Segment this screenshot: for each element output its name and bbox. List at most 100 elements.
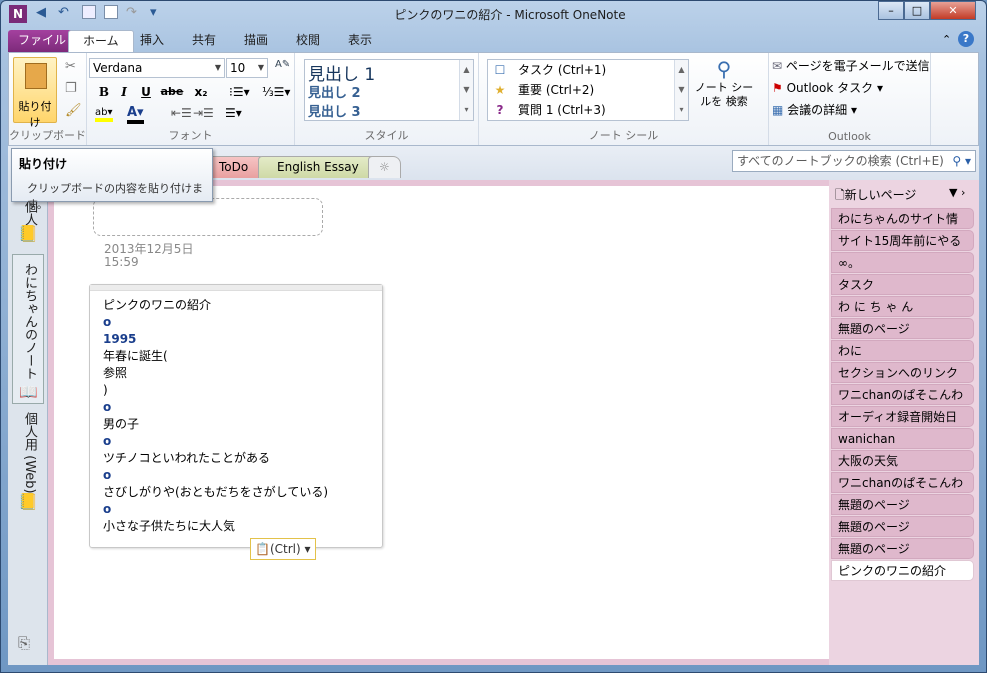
tags-scrollbar[interactable]: ▲ ▼ ▾ [674, 60, 688, 120]
minimize-button[interactable]: – [878, 1, 904, 20]
outline-line[interactable]: 小さな子供たちに大人気 [90, 518, 382, 535]
meeting-details-button[interactable]: ▦ 会議の詳細 ▾ [772, 101, 857, 119]
customize-qat-icon[interactable]: ▾ [150, 5, 157, 23]
outline-line[interactable]: o [90, 433, 382, 450]
italic-button[interactable]: I [115, 85, 133, 99]
minimize-ribbon-icon[interactable]: ⌃ [942, 33, 951, 46]
page-list-item[interactable]: セクションへのリンク [831, 362, 974, 383]
page-list-item[interactable]: 無題のページ [831, 318, 974, 339]
back-icon[interactable]: ◀ [36, 5, 46, 23]
tag-task[interactable]: ☐ タスク (Ctrl+1) [488, 60, 688, 80]
outline-line[interactable]: ) [90, 382, 382, 399]
format-painter-icon[interactable]: 🖌 [65, 103, 82, 118]
page-list-item[interactable]: サイト15周年前にやる [831, 230, 974, 251]
page-list-item[interactable]: wanichan [831, 428, 974, 449]
outline-line[interactable]: 年春に誕生( [90, 348, 382, 365]
page-list-item[interactable]: 無題のページ [831, 516, 974, 537]
font-name-combo[interactable]: Verdana ▼ [89, 58, 225, 78]
unfiled-notes-icon[interactable]: ⎘ [18, 634, 30, 652]
outline-line[interactable]: ピンクのワニの紹介 [90, 297, 382, 314]
styles-group: 見出し 1 見出し 2 見出し 3 ▲ ▼ ▾ スタイル [295, 53, 479, 145]
outline-line[interactable]: o [90, 399, 382, 416]
style-heading-2[interactable]: 見出し 2 [305, 82, 473, 101]
undo-icon[interactable]: ↶ [58, 5, 69, 23]
numbering-icon[interactable]: ⅓☰▾ [262, 85, 290, 99]
tab-view[interactable]: 表示 [334, 30, 386, 52]
tab-review[interactable]: 校閲 [282, 30, 334, 52]
search-input[interactable]: すべてのノートブックの検索 (Ctrl+E) ⚲ ▾ [732, 150, 976, 172]
tag-important[interactable]: ★ 重要 (Ctrl+2) [488, 80, 688, 100]
page-list-menu-icon[interactable]: ▼ › [949, 186, 965, 199]
paste-tooltip: 貼り付け クリップボードの内容を貼り付けます。 [11, 148, 213, 211]
highlight-icon[interactable]: ab▾ [95, 107, 113, 122]
page-list-item[interactable]: オーディオ録音開始日 [831, 406, 974, 427]
note-outline[interactable]: ピンクのワニの紹介 o 1995 年春に誕生(参照) o 男の子 o ツチノコといわれたことが… [89, 284, 383, 548]
strikethrough-button[interactable]: abe [159, 85, 185, 98]
search-icon[interactable]: ⚲ ▾ [952, 151, 971, 171]
outlook-tasks-button[interactable]: ⚑ Outlook タスク ▾ [772, 79, 883, 97]
bullets-icon[interactable]: ⁝☰▾ [229, 85, 250, 99]
page-list-item[interactable]: ワニchanのぱそこんわ [831, 472, 974, 493]
paste-button[interactable]: 貼り付け [13, 57, 57, 129]
styles-gallery[interactable]: 見出し 1 見出し 2 見出し 3 ▲ ▼ ▾ [304, 59, 474, 121]
style-heading-1[interactable]: 見出し 1 [305, 60, 473, 85]
email-page-button[interactable]: ✉ ページを電子メールで送信 [772, 57, 930, 75]
section-tab-english-essay[interactable]: English Essay [258, 156, 378, 178]
outline-line[interactable]: 1995 [90, 331, 382, 348]
outline-line[interactable]: ツチノコといわれたことがある [90, 450, 382, 467]
maximize-button[interactable]: □ [904, 1, 930, 20]
dock-icon[interactable] [82, 5, 96, 19]
page-list-item[interactable]: わにちゃんのサイト情 [831, 208, 974, 229]
outline-line[interactable]: さびしがりや(おともだちをさがしている) [90, 484, 382, 501]
subscript-button[interactable]: x₂ [189, 85, 213, 99]
page-list-item[interactable]: ピンクのワニの紹介 [831, 560, 974, 581]
notebook-wani[interactable]: わにちゃんのノート 📖 [12, 254, 44, 404]
style-heading-3[interactable]: 見出し 3 [305, 101, 473, 120]
tab-file[interactable]: ファイル [8, 30, 77, 52]
clear-formatting-icon[interactable]: A✎ [275, 59, 290, 70]
page-list-item[interactable]: わに [831, 340, 974, 361]
bold-button[interactable]: B [95, 85, 113, 99]
cut-icon[interactable]: ✂ [65, 59, 76, 74]
styles-scrollbar[interactable]: ▲ ▼ ▾ [459, 60, 473, 120]
outline-line[interactable]: 参照 [90, 365, 382, 382]
tab-insert[interactable]: 挿入 [126, 30, 178, 52]
tags-gallery[interactable]: ☐ タスク (Ctrl+1) ★ 重要 (Ctrl+2) ? 質問 1 (Ctrl+3… [487, 59, 689, 121]
align-icon[interactable]: ☰▾ [225, 106, 242, 120]
page-list-item[interactable]: タスク [831, 274, 974, 295]
outline-line[interactable]: 男の子 [90, 416, 382, 433]
page-list-item[interactable]: 大阪の天気 [831, 450, 974, 471]
page-list-item[interactable]: ワニchanのぱそこんわ [831, 384, 974, 405]
page-list-item[interactable]: 無題のページ [831, 538, 974, 559]
onenote-app-icon[interactable]: N [9, 5, 27, 23]
clipboard-icon [25, 63, 47, 89]
paste-options-button[interactable]: 📋(Ctrl) ▾ [250, 538, 316, 560]
decrease-indent-icon[interactable]: ⇤☰ [171, 106, 192, 120]
help-icon[interactable]: ? [958, 31, 974, 47]
outline-line[interactable]: o [90, 501, 382, 518]
outline-line[interactable]: o [90, 314, 382, 331]
page-list-item[interactable]: 無題のページ [831, 494, 974, 515]
redo-icon[interactable]: ↷ [126, 5, 137, 23]
clipboard-group-label: クリップボード [9, 129, 86, 142]
increase-indent-icon[interactable]: ⇥☰ [193, 106, 214, 120]
find-tags-button[interactable]: ⚲ ノート シールを 検索 [691, 57, 757, 109]
paste-label: 貼り付け [18, 100, 52, 129]
font-size-combo[interactable]: 10 ▼ [226, 58, 268, 78]
page-list-item[interactable]: ∞。 [831, 252, 974, 273]
find-tags-label: ノート シールを 検索 [694, 81, 754, 108]
font-color-icon[interactable]: A▾ [127, 105, 144, 124]
underline-button[interactable]: U [137, 85, 155, 99]
notebook-personal-web[interactable]: 個人用 (Web) [20, 412, 39, 494]
close-button[interactable]: ✕ [930, 1, 976, 20]
tab-home[interactable]: ホーム [68, 30, 134, 52]
outline-line[interactable]: o [90, 467, 382, 484]
full-page-icon[interactable] [104, 5, 118, 19]
tab-draw[interactable]: 描画 [230, 30, 282, 52]
new-page-button[interactable]: 🗋新しいページ [835, 186, 916, 207]
copy-icon[interactable]: ❐ [65, 81, 77, 96]
tag-question[interactable]: ? 質問 1 (Ctrl+3) [488, 100, 688, 120]
tab-share[interactable]: 共有 [178, 30, 230, 52]
new-section-tab[interactable]: ☼ [368, 156, 401, 178]
page-list-item[interactable]: わ に ち ゃ ん [831, 296, 974, 317]
